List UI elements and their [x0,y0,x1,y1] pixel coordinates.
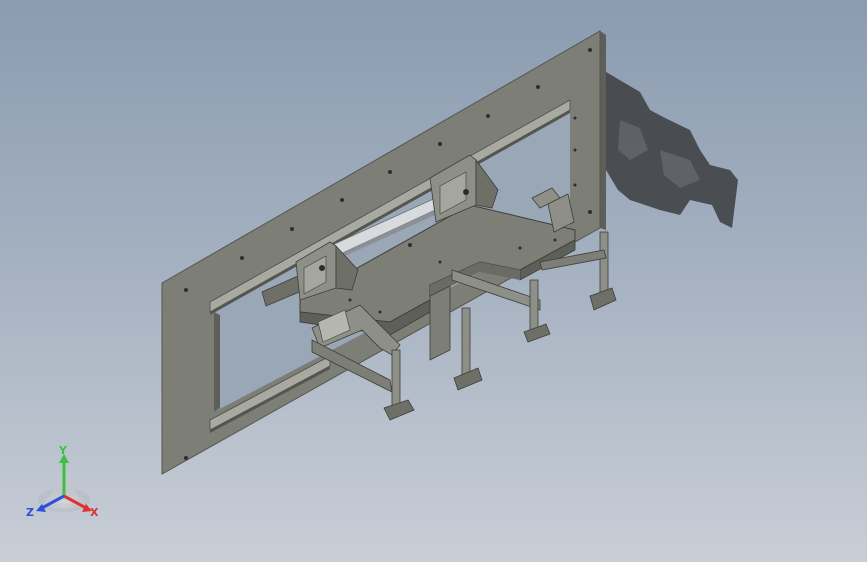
plate-side [600,31,606,230]
model-shadow [606,72,738,228]
clamp-leg-4[interactable] [589,231,617,311]
coordinate-triad[interactable]: Y X Z [24,446,108,526]
plate-window-inner-edge [214,312,220,412]
3d-viewport[interactable] [0,0,867,562]
y-axis-label: Y [58,446,68,457]
clamp-leg-3[interactable] [523,279,551,343]
z-axis-label: Z [26,506,34,519]
x-axis-label: X [90,506,99,519]
clamp-leg-2[interactable] [453,307,483,391]
